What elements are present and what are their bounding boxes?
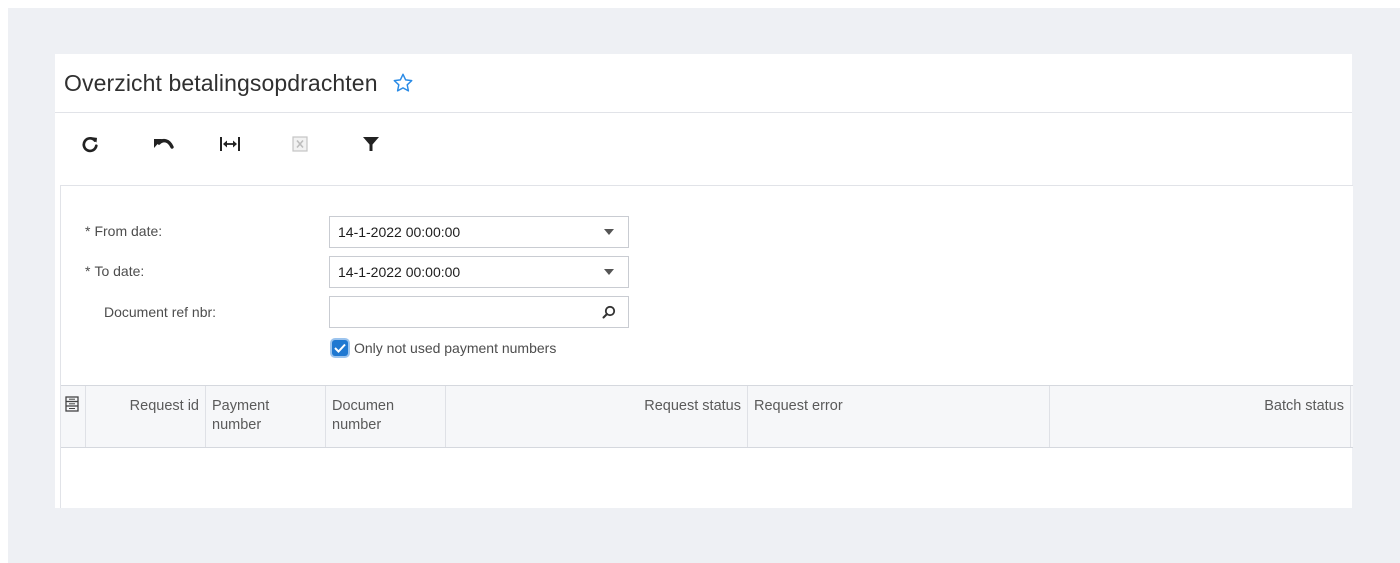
main-panel: Overzicht betalingsopdrachten * From dat… bbox=[55, 54, 1353, 508]
toolbar bbox=[55, 113, 1352, 185]
from-date-field[interactable]: 14-1-2022 00:00:00 bbox=[329, 216, 629, 248]
filter-icon bbox=[362, 135, 380, 158]
column-chooser-icon bbox=[65, 396, 79, 416]
only-not-used-option: Only not used payment numbers bbox=[332, 340, 556, 356]
export-excel-button[interactable] bbox=[282, 131, 318, 161]
filter-form: * From date: 14-1-2022 00:00:00 * To date:… bbox=[60, 185, 1353, 386]
filter-button[interactable] bbox=[353, 131, 389, 161]
only-not-used-label: Only not used payment numbers bbox=[354, 340, 557, 356]
to-date-value: 14-1-2022 00:00:00 bbox=[338, 264, 461, 280]
fit-width-icon bbox=[219, 136, 241, 157]
from-date-value: 14-1-2022 00:00:00 bbox=[338, 224, 461, 240]
chevron-down-icon[interactable] bbox=[598, 221, 620, 243]
col-request-error[interactable]: Request error bbox=[748, 386, 1050, 447]
document-ref-label: Document ref nbr: bbox=[104, 304, 217, 320]
to-date-field[interactable]: 14-1-2022 00:00:00 bbox=[329, 256, 629, 288]
refresh-button[interactable] bbox=[72, 131, 108, 161]
results-grid: Request id Payment number Documen number… bbox=[60, 385, 1353, 508]
search-icon[interactable] bbox=[598, 301, 620, 323]
undo-icon bbox=[152, 136, 174, 157]
excel-icon bbox=[291, 135, 309, 158]
col-batch-status[interactable]: Batch status bbox=[1050, 386, 1351, 447]
title-bar: Overzicht betalingsopdrachten bbox=[55, 54, 1352, 113]
page-title: Overzicht betalingsopdrachten bbox=[64, 69, 378, 96]
col-document-number[interactable]: Documen number bbox=[326, 386, 446, 447]
chevron-down-icon[interactable] bbox=[598, 261, 620, 283]
only-not-used-checkbox[interactable] bbox=[332, 340, 348, 356]
to-date-label: * To date: bbox=[85, 263, 145, 279]
fit-columns-button[interactable] bbox=[212, 131, 248, 161]
star-icon[interactable] bbox=[392, 72, 414, 94]
undo-button[interactable] bbox=[145, 131, 181, 161]
col-request-id[interactable]: Request id bbox=[86, 386, 206, 447]
col-request-status[interactable]: Request status bbox=[446, 386, 748, 447]
from-date-label: * From date: bbox=[85, 223, 163, 239]
column-chooser-button[interactable] bbox=[61, 386, 86, 447]
col-payment-number[interactable]: Payment number bbox=[206, 386, 326, 447]
refresh-icon bbox=[81, 135, 99, 158]
document-ref-field[interactable] bbox=[329, 296, 629, 328]
grid-header: Request id Payment number Documen number… bbox=[61, 385, 1353, 448]
